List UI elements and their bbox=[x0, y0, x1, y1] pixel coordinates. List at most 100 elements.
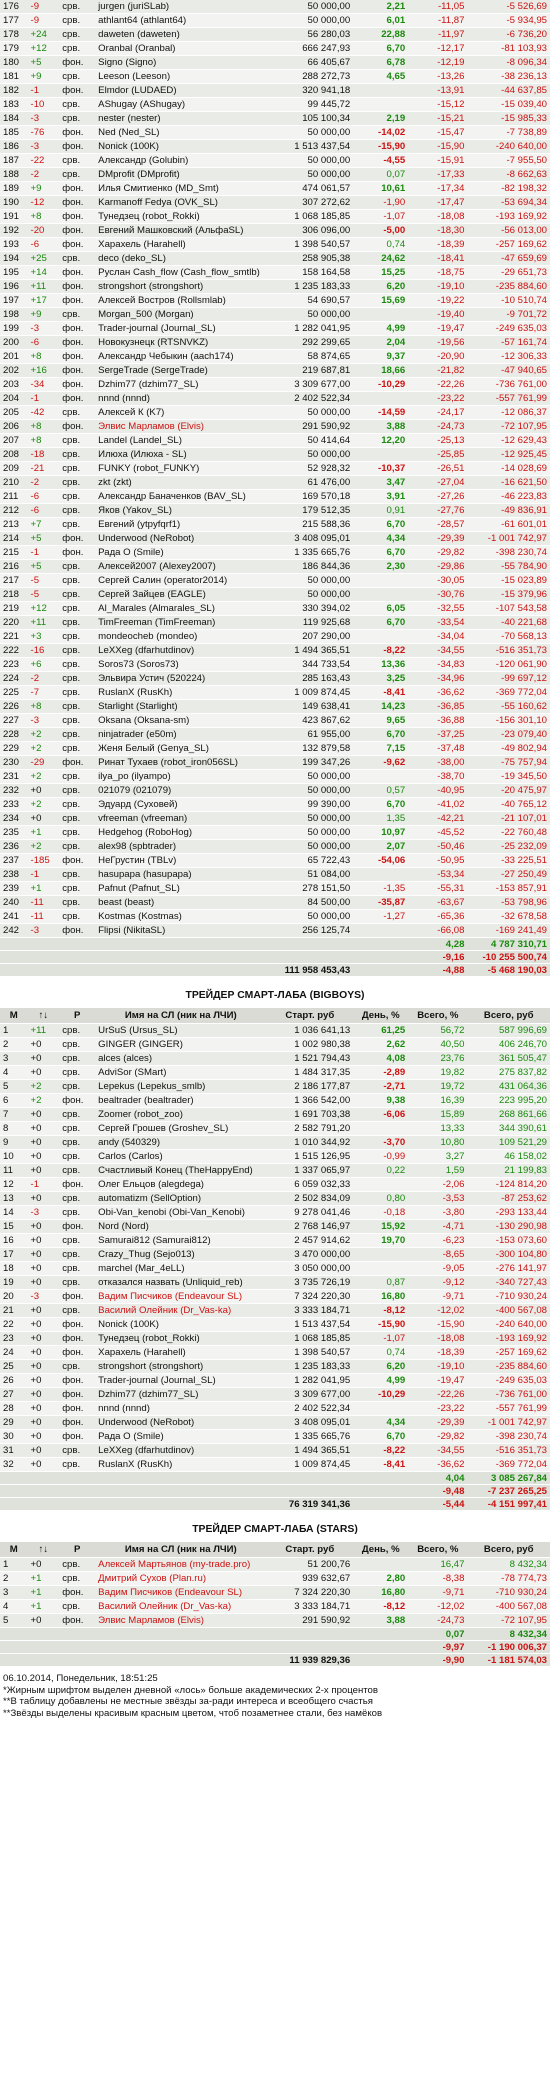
trader-name-cell[interactable]: deco (deko_SL) bbox=[95, 251, 267, 266]
column-header[interactable]: ↑↓ bbox=[27, 1008, 60, 1024]
trader-name-cell[interactable]: strongshort (strongshort) bbox=[95, 1359, 267, 1374]
trader-name-cell[interactable]: Dzhim77 (dzhim77_SL) bbox=[95, 377, 267, 392]
trader-name-cell[interactable]: Lepekus (Lepekus_smlb) bbox=[95, 1079, 267, 1094]
trader-name-cell[interactable]: Hedgehog (RoboHog) bbox=[95, 825, 267, 840]
trader-name-cell[interactable]: Samurai812 (Samurai812) bbox=[95, 1233, 267, 1248]
trader-name-cell[interactable]: Александр (Golubin) bbox=[95, 153, 267, 168]
trader-name-cell[interactable]: nnnd (nnnd) bbox=[95, 1401, 267, 1416]
trader-name-cell[interactable]: Евгений Машковский (АльфаSL) bbox=[95, 223, 267, 238]
trader-name-cell[interactable]: Carlos (Carlos) bbox=[95, 1149, 267, 1164]
trader-name-cell[interactable]: Karmanoff Fedya (OVK_SL) bbox=[95, 195, 267, 210]
trader-name-cell[interactable]: DMprofit (DMprofit) bbox=[95, 167, 267, 182]
column-header[interactable]: ↑↓ bbox=[27, 1542, 60, 1558]
trader-name-cell[interactable]: jurgen (juriSLab) bbox=[95, 0, 267, 14]
trader-name-cell[interactable]: Женя Белый (Genya_SL) bbox=[95, 741, 267, 756]
trader-name-cell[interactable]: Al_Marales (Almarales_SL) bbox=[95, 601, 267, 616]
trader-name-cell[interactable]: Харахель (Harahell) bbox=[95, 1345, 267, 1360]
trader-name-cell[interactable]: Trader-journal (Journal_SL) bbox=[95, 321, 267, 336]
column-header[interactable]: День, % bbox=[353, 1542, 409, 1558]
trader-name-cell[interactable]: nester (nester) bbox=[95, 111, 267, 126]
trader-name-cell[interactable]: Trader-journal (Journal_SL) bbox=[95, 1373, 267, 1388]
trader-name-cell[interactable]: athlant64 (athlant64) bbox=[95, 13, 267, 28]
trader-name-cell[interactable]: Алексей К (K7) bbox=[95, 405, 267, 420]
trader-name-cell[interactable]: Алексей2007 (Alexey2007) bbox=[95, 559, 267, 574]
column-header[interactable]: Р bbox=[59, 1542, 96, 1558]
trader-name-cell[interactable]: Александр Чебыкин (aach174) bbox=[95, 349, 267, 364]
trader-name-cell[interactable]: strongshort (strongshort) bbox=[95, 279, 267, 294]
trader-name-cell[interactable]: AdviSor (SMart) bbox=[95, 1065, 267, 1080]
trader-name-cell[interactable]: Тунедзец (robot_Rokki) bbox=[95, 209, 267, 224]
trader-name-cell[interactable]: UrSuS (Ursus_SL) bbox=[95, 1023, 267, 1038]
trader-name-cell[interactable]: bealtrader (bealtrader) bbox=[95, 1093, 267, 1108]
trader-name-cell[interactable]: Тунедзец (robot_Rokki) bbox=[95, 1331, 267, 1346]
trader-name-cell[interactable]: GINGER (GINGER) bbox=[95, 1037, 267, 1052]
trader-name-cell[interactable]: 021079 (021079) bbox=[95, 783, 267, 798]
trader-name-cell[interactable]: Kostmas (Kostmas) bbox=[95, 909, 267, 924]
trader-name-cell[interactable]: Morgan_500 (Morgan) bbox=[95, 307, 267, 322]
trader-name-cell[interactable]: отказался назвать (Unliquid_reb) bbox=[95, 1275, 267, 1290]
trader-name-cell[interactable]: Crazy_Thug (Sejo013) bbox=[95, 1247, 267, 1262]
trader-name-cell[interactable]: Дмитрий Сухов (Plan.ru) bbox=[95, 1571, 267, 1586]
trader-name-cell[interactable]: Эльвира Устич (520224) bbox=[95, 671, 267, 686]
column-header[interactable]: М bbox=[0, 1542, 28, 1558]
trader-name-cell[interactable]: Рада О (Smile) bbox=[95, 545, 267, 560]
trader-name-cell[interactable]: Landel (Landel_SL) bbox=[95, 433, 267, 448]
trader-name-cell[interactable]: Nonick (100K) bbox=[95, 139, 267, 154]
trader-name-cell[interactable]: Харахель (Harahell) bbox=[95, 237, 267, 252]
trader-name-cell[interactable]: mondeocheb (mondeo) bbox=[95, 629, 267, 644]
trader-name-cell[interactable]: Ned (Ned_SL) bbox=[95, 125, 267, 140]
column-header[interactable]: Всего, руб bbox=[467, 1008, 550, 1024]
trader-name-cell[interactable]: marchel (Mar_4eLL) bbox=[95, 1261, 267, 1276]
trader-name-cell[interactable]: andy (540329) bbox=[95, 1135, 267, 1150]
trader-name-cell[interactable]: Flipsi (NikitaSL) bbox=[95, 923, 267, 938]
trader-name-cell[interactable]: Сергей Зайцев (EAGLE) bbox=[95, 587, 267, 602]
trader-name-cell[interactable]: AShugay (AShugay) bbox=[95, 97, 267, 112]
column-header[interactable]: Всего, % bbox=[408, 1542, 468, 1558]
trader-name-cell[interactable]: Oranbal (Oranbal) bbox=[95, 41, 267, 56]
trader-name-cell[interactable]: Obi-Van_kenobi (Obi-Van_Kenobi) bbox=[95, 1205, 267, 1220]
trader-name-cell[interactable]: Алексей Востров (Rollsmlab) bbox=[95, 293, 267, 308]
trader-name-cell[interactable]: daweten (daweten) bbox=[95, 27, 267, 42]
trader-name-cell[interactable]: Nord (Nord) bbox=[95, 1219, 267, 1234]
column-header[interactable]: День, % bbox=[353, 1008, 409, 1024]
trader-name-cell[interactable]: SergeTrade (SergeTrade) bbox=[95, 363, 267, 378]
trader-name-cell[interactable]: Руслан Cash_flow (Cash_flow_smtlb) bbox=[95, 265, 267, 280]
trader-name-cell[interactable]: Вадим Писчиков (Endeavour SL) bbox=[95, 1585, 267, 1600]
trader-name-cell[interactable]: beast (beast) bbox=[95, 895, 267, 910]
trader-name-cell[interactable]: nnnd (nnnd) bbox=[95, 391, 267, 406]
column-header[interactable]: Старт. руб bbox=[266, 1542, 354, 1558]
trader-name-cell[interactable]: vfreeman (vfreeman) bbox=[95, 811, 267, 826]
trader-name-cell[interactable]: Dzhim77 (dzhim77_SL) bbox=[95, 1387, 267, 1402]
trader-name-cell[interactable]: Signo (Signo) bbox=[95, 55, 267, 70]
trader-name-cell[interactable]: ninjatrader (e50m) bbox=[95, 727, 267, 742]
trader-name-cell[interactable]: Underwood (NeRobot) bbox=[95, 1415, 267, 1430]
trader-name-cell[interactable]: Александр Баначенков (BAV_SL) bbox=[95, 489, 267, 504]
trader-name-cell[interactable]: Zoomer (robot_zoo) bbox=[95, 1107, 267, 1122]
trader-name-cell[interactable]: Василий Олейник (Dr_Vas-ka) bbox=[95, 1599, 267, 1614]
trader-name-cell[interactable]: Nonick (100K) bbox=[95, 1317, 267, 1332]
trader-name-cell[interactable]: Starlight (Starlight) bbox=[95, 699, 267, 714]
trader-name-cell[interactable]: Василий Олейник (Dr_Vas-ka) bbox=[95, 1303, 267, 1318]
trader-name-cell[interactable]: automatizm (SellOption) bbox=[95, 1191, 267, 1206]
trader-name-cell[interactable]: Вадим Писчиков (Endeavour SL) bbox=[95, 1289, 267, 1304]
column-header[interactable]: Имя на СЛ (ник на ЛЧИ) bbox=[95, 1008, 267, 1024]
trader-name-cell[interactable]: RuslanX (RusKh) bbox=[95, 685, 267, 700]
trader-name-cell[interactable]: Яков (Yakov_SL) bbox=[95, 503, 267, 518]
trader-name-cell[interactable]: Сергей Салин (operator2014) bbox=[95, 573, 267, 588]
trader-name-cell[interactable]: zkt (zkt) bbox=[95, 475, 267, 490]
column-header[interactable]: Имя на СЛ (ник на ЛЧИ) bbox=[95, 1542, 267, 1558]
trader-name-cell[interactable]: Underwood (NeRobot) bbox=[95, 531, 267, 546]
trader-name-cell[interactable]: Рада О (Smile) bbox=[95, 1429, 267, 1444]
trader-name-cell[interactable]: hasupapa (hasupapa) bbox=[95, 867, 267, 882]
trader-name-cell[interactable]: Ринат Тухаев (robot_iron056SL) bbox=[95, 755, 267, 770]
trader-name-cell[interactable]: Алексей Мартьянов (my-trade.pro) bbox=[95, 1557, 267, 1572]
trader-name-cell[interactable]: ilya_po (ilyampo) bbox=[95, 769, 267, 784]
trader-name-cell[interactable]: НеГрустин (TBLv) bbox=[95, 853, 267, 868]
trader-name-cell[interactable]: RuslanX (RusKh) bbox=[95, 1457, 267, 1472]
column-header[interactable]: Всего, % bbox=[408, 1008, 468, 1024]
trader-name-cell[interactable]: Илья Смитиенко (MD_Smt) bbox=[95, 181, 267, 196]
trader-name-cell[interactable]: Эдуард (Суховей) bbox=[95, 797, 267, 812]
trader-name-cell[interactable]: alex98 (spbtrader) bbox=[95, 839, 267, 854]
trader-name-cell[interactable]: Elmdor (LUDAED) bbox=[95, 83, 267, 98]
trader-name-cell[interactable]: Элвис Марламов (Elvis) bbox=[95, 1613, 267, 1628]
